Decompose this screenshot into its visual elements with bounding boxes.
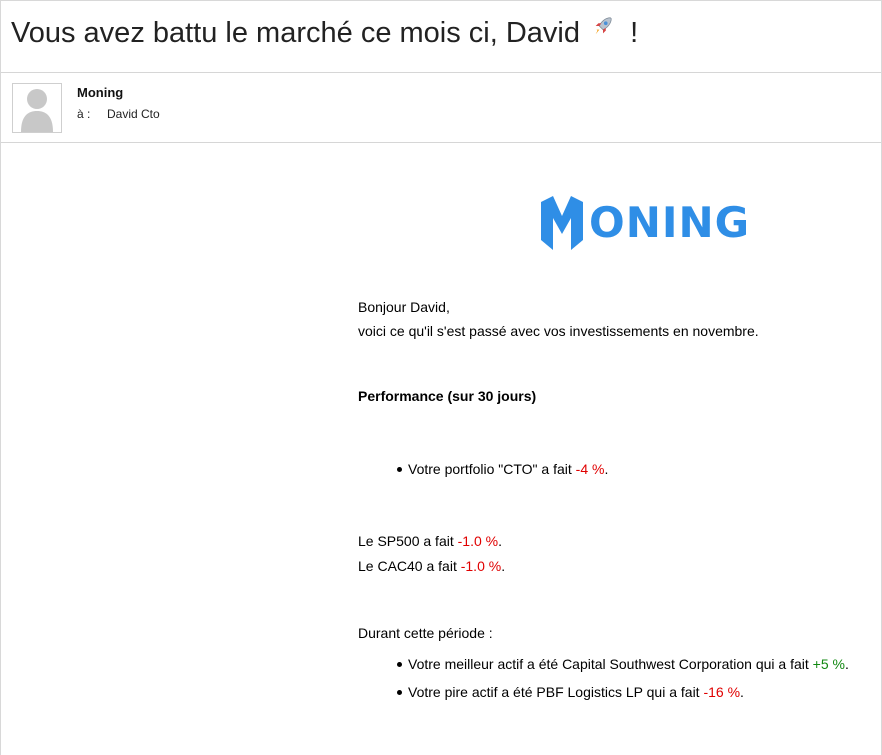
worst-asset-line: Votre pire actif a été PBF Logistics LP … <box>408 684 744 700</box>
avatar <box>12 83 62 133</box>
period: . <box>498 533 502 549</box>
best-asset-value: +5 % <box>812 656 845 672</box>
subject-end: ! <box>630 17 639 49</box>
email-subject: Vous avez battu le marché ce mois ci, Da… <box>11 17 638 50</box>
rocket-icon <box>595 17 612 35</box>
sp500-line: Le SP500 a fait -1.0 %. <box>358 533 502 549</box>
best-asset-line: Votre meilleur actif a été Capital South… <box>408 656 849 672</box>
performance-heading: Performance (sur 30 jours) <box>358 388 537 404</box>
subject-text: Vous avez battu le marché ce mois ci, Da… <box>11 17 580 49</box>
email-reader: Vous avez battu le marché ce mois ci, Da… <box>0 0 882 755</box>
portfolio-line: Votre portfolio "CTO" a fait -4 %. <box>408 461 608 477</box>
period: . <box>501 558 506 574</box>
cac40-text: Le CAC40 a fait <box>358 558 457 574</box>
portfolio-value: -4 % <box>575 461 605 477</box>
intro-text: voici ce qu'il s'est passé avec vos inve… <box>358 323 759 339</box>
person-icon <box>21 89 53 132</box>
period: . <box>844 656 849 672</box>
worst-asset-text: Votre pire actif a été PBF Logistics LP … <box>408 684 700 700</box>
body-divider <box>1 142 881 143</box>
worst-asset-value: -16 % <box>703 684 741 700</box>
period: . <box>740 684 744 700</box>
bullet-icon <box>397 467 402 472</box>
to-label: à : <box>77 107 91 121</box>
bullet-icon <box>397 690 402 695</box>
sp500-value: -1.0 % <box>457 533 499 549</box>
period-heading: Durant cette période : <box>358 625 493 641</box>
cac40-value: -1.0 % <box>460 558 502 574</box>
period: . <box>604 461 609 477</box>
sp500-text: Le SP500 a fait <box>358 533 454 549</box>
moning-logo-mark <box>541 196 583 250</box>
cac40-line: Le CAC40 a fait -1.0 %. <box>358 558 505 574</box>
sender-name[interactable]: Moning <box>77 85 123 100</box>
greeting: Bonjour David, <box>358 299 450 315</box>
logo-text: ONING <box>589 198 751 247</box>
moning-logo: ONING <box>539 194 750 252</box>
best-asset-text: Votre meilleur actif a été Capital South… <box>408 656 809 672</box>
portfolio-text: Votre portfolio "CTO" a fait <box>408 461 572 477</box>
bullet-icon <box>397 662 402 667</box>
recipient-name[interactable]: David Cto <box>107 107 160 121</box>
header-divider <box>1 72 881 73</box>
